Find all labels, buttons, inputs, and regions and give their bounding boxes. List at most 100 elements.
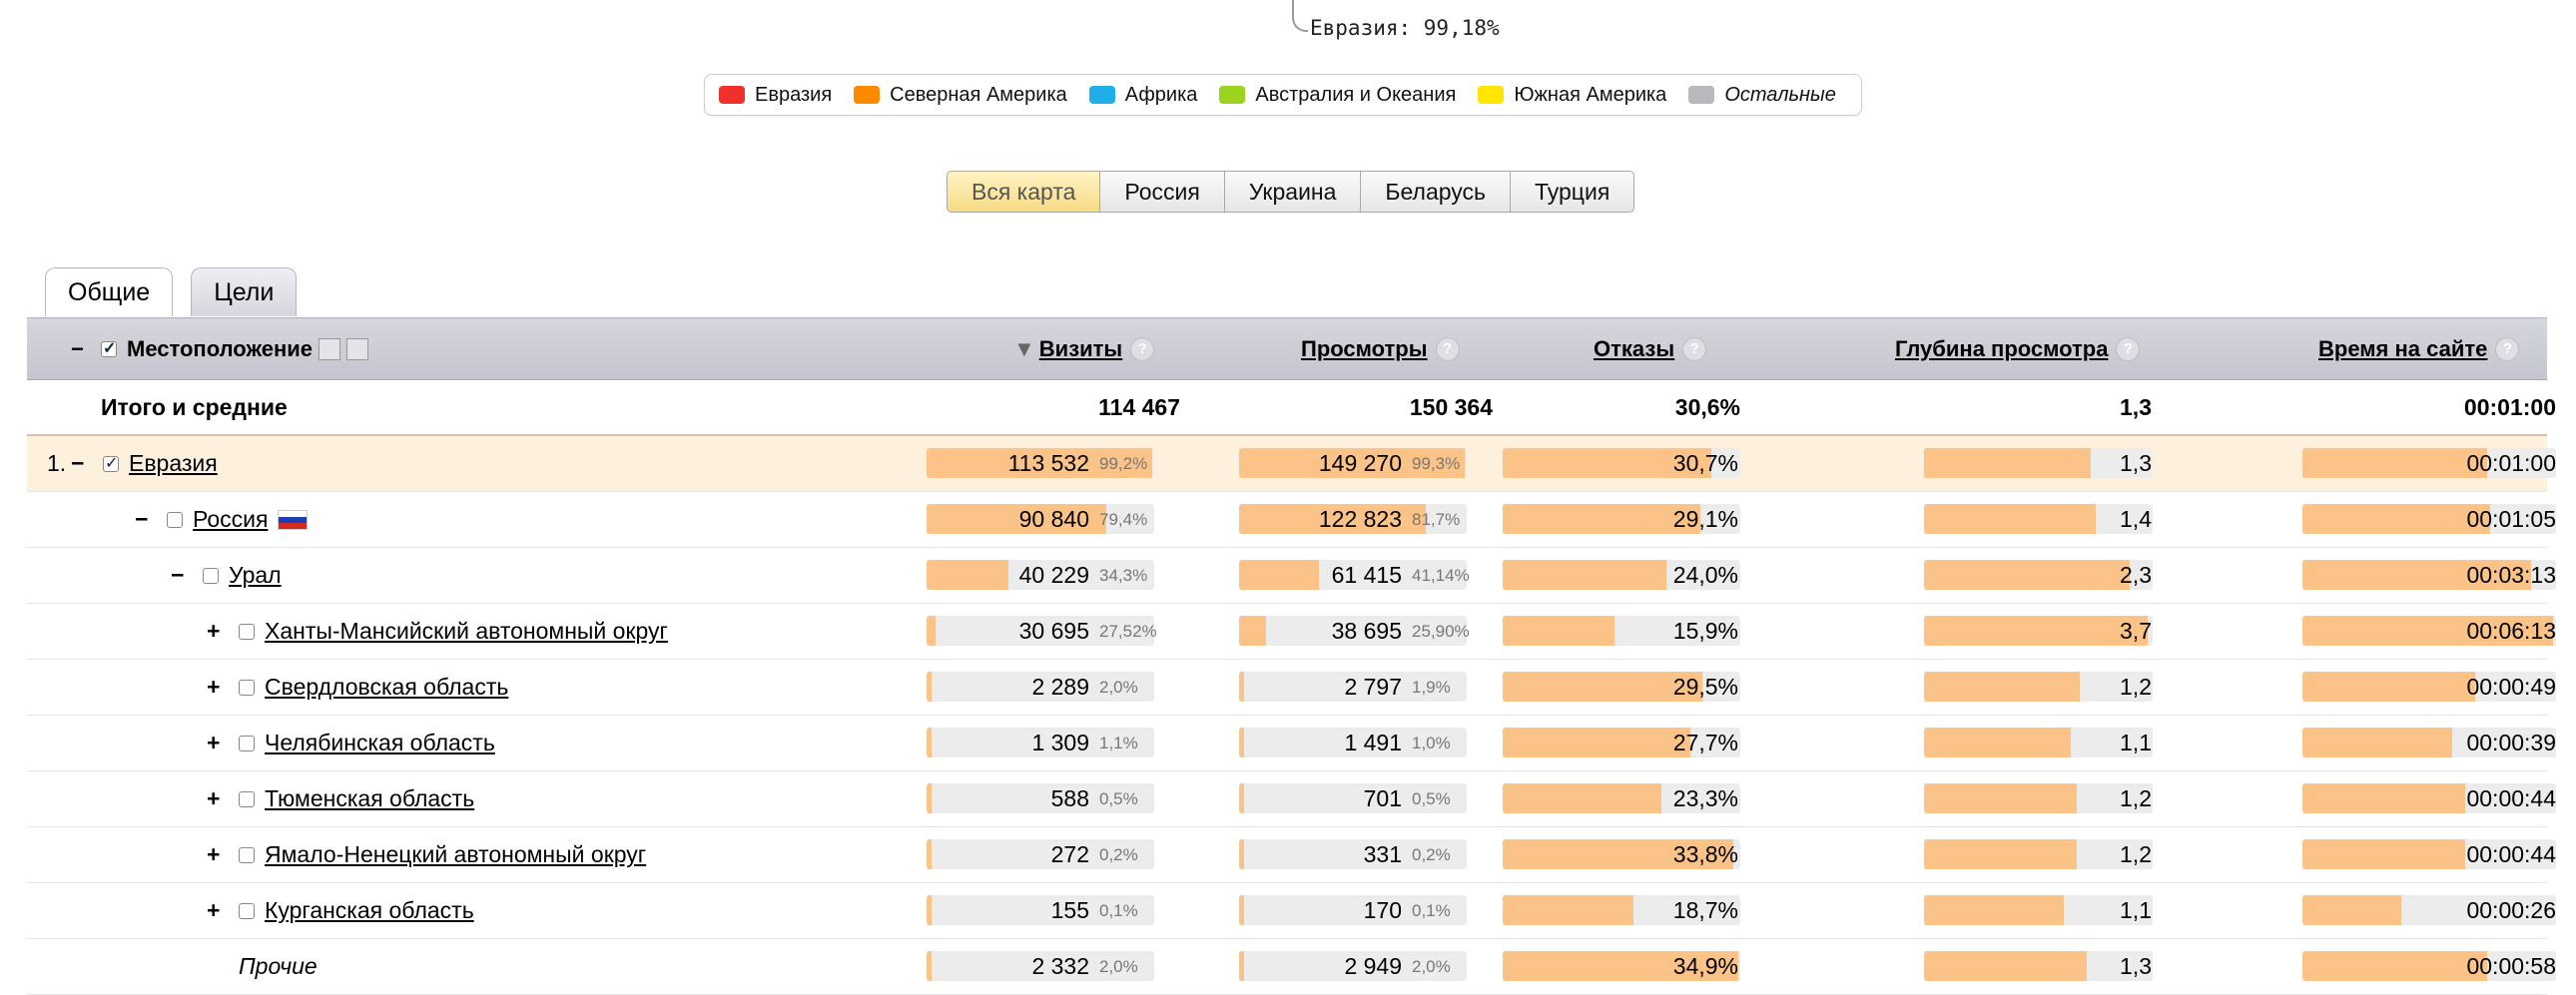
time-value: 00:06:13 (2466, 618, 2556, 644)
column-bounces[interactable]: Отказы (1594, 336, 1674, 362)
views-help-icon[interactable]: ? (1435, 336, 1460, 361)
expand-toggle[interactable]: + (207, 604, 220, 659)
views-number: 701 (1363, 785, 1402, 811)
map-tab[interactable]: Турция (1511, 171, 1635, 213)
views-value: 61 415 41,14% (1239, 548, 1470, 603)
visits-number: 30 695 (1018, 618, 1089, 644)
row-checkbox[interactable] (239, 902, 255, 919)
column-views[interactable]: Просмотры (1301, 336, 1428, 362)
column-location[interactable]: Местоположение (127, 336, 313, 362)
location-link[interactable]: Ямало-Ненецкий автономный округ (265, 841, 646, 868)
tab-goals[interactable]: Цели (191, 267, 298, 316)
table-row: Прочие 2 332 2,0% 2 949 2,0% 34,9% 1,3 00:00:58 (27, 939, 2556, 995)
legend-swatch (719, 86, 745, 104)
views-value: 2 949 2,0% (1239, 939, 1467, 994)
row-checkbox[interactable] (239, 846, 255, 863)
location-link[interactable]: Россия (193, 506, 268, 533)
legend-item[interactable]: Южная Америка (1478, 84, 1666, 107)
expand-toggle[interactable]: + (207, 660, 220, 715)
expand-toggle[interactable]: + (207, 827, 220, 882)
legend-label: Африка (1124, 83, 1198, 106)
expand-toggle[interactable]: − (171, 548, 184, 603)
views-number: 61 415 (1331, 562, 1402, 588)
totals-visits: 114 467 (1098, 394, 1180, 420)
legend-swatch (1478, 86, 1505, 104)
depth-help-icon[interactable]: ? (2116, 336, 2141, 361)
row-checkbox[interactable] (239, 735, 255, 751)
location-link: Прочие (239, 953, 318, 979)
expand-toggle[interactable]: − (135, 492, 148, 547)
depth-value: 1,2 (2120, 841, 2152, 867)
bounces-value: 27,7% (1672, 730, 1738, 755)
views-number: 170 (1363, 897, 1402, 923)
bounces-help-icon[interactable]: ? (1682, 336, 1707, 361)
row-checkbox[interactable] (239, 790, 255, 807)
time-value: 00:00:26 (2466, 897, 2556, 923)
views-percent: 81,7% (1412, 509, 1461, 529)
expand-toggle[interactable]: − (71, 436, 84, 491)
column-depth[interactable]: Глубина просмотра (1895, 336, 2108, 362)
visits-percent: 0,5% (1099, 788, 1138, 808)
map-tab[interactable]: Украина (1224, 171, 1362, 213)
row-checkbox[interactable] (167, 511, 183, 528)
legend-item[interactable]: Остальные (1688, 84, 1836, 107)
sort-desc-icon: ▼ (1013, 335, 1035, 361)
views-number: 122 823 (1318, 506, 1402, 532)
location-link[interactable]: Евразия (129, 450, 218, 477)
table-row: + Ямало-Ненецкий автономный округ 272 0,2% 3… (27, 827, 2556, 883)
column-visits[interactable]: Визиты (1039, 336, 1122, 362)
row-location: Россия (167, 492, 309, 547)
table-row: − Россия 90 840 79,4% 122 823 81,7% 29,1% 1,4 00… (27, 492, 2556, 548)
list-view-icon[interactable] (346, 337, 369, 360)
legend-item[interactable]: Северная Америка (854, 84, 1067, 107)
map-tab[interactable]: Беларусь (1361, 171, 1512, 213)
location-link[interactable]: Свердловская область (265, 674, 508, 701)
views-number: 331 (1363, 841, 1402, 867)
report-table: − Местоположение ▼ Визиты ? Просмотры ? … (27, 317, 2556, 995)
visits-percent: 34,3% (1099, 565, 1148, 585)
location-link[interactable]: Курганская область (265, 897, 474, 924)
visits-number: 1 309 (1031, 730, 1089, 755)
column-time[interactable]: Время на сайте (2318, 336, 2487, 362)
visits-help-icon[interactable]: ? (1130, 336, 1155, 361)
legend-swatch (1688, 86, 1715, 104)
row-checkbox[interactable] (203, 567, 219, 584)
visits-value: 2 289 2,0% (927, 660, 1154, 715)
row-checkbox[interactable] (103, 453, 119, 473)
location-link[interactable]: Тюменская область (265, 785, 474, 812)
map-tab[interactable]: Вся карта (947, 171, 1101, 213)
annotation-leader-line (1292, 0, 1308, 32)
views-percent: 0,1% (1412, 900, 1451, 920)
legend-item[interactable]: Африка (1088, 83, 1198, 107)
bounces-value: 30,7% (1672, 450, 1738, 476)
location-link[interactable]: Урал (229, 562, 282, 589)
views-value: 1 491 1,0% (1239, 716, 1467, 770)
legend-swatch (854, 86, 881, 104)
expand-toggle[interactable]: + (207, 883, 220, 938)
collapse-all-toggle[interactable]: − (71, 336, 91, 362)
expand-toggle[interactable]: + (207, 716, 220, 770)
row-checkbox[interactable] (239, 679, 255, 696)
row-location: Ямало-Ненецкий автономный округ (239, 827, 646, 882)
legend-item[interactable]: Австралия и Океания (1219, 84, 1456, 107)
table-row: + Челябинская область 1 309 1,1% 1 491 1,0% 27… (27, 716, 2556, 771)
legend-item[interactable]: Евразия (719, 84, 832, 107)
views-value: 38 695 25,90% (1239, 604, 1470, 659)
expand-toggle[interactable]: + (207, 771, 220, 826)
visits-value: 113 532 99,2% (927, 436, 1154, 491)
bounces-value: 34,9% (1672, 953, 1738, 979)
depth-value: 1,3 (2120, 450, 2152, 476)
time-help-icon[interactable]: ? (2495, 336, 2520, 361)
legend-swatch (1219, 86, 1246, 104)
views-value: 2 797 1,9% (1239, 660, 1467, 715)
map-tab[interactable]: Россия (1100, 171, 1225, 213)
row-location: Челябинская область (239, 716, 495, 770)
views-percent: 0,5% (1412, 788, 1451, 808)
grouping-icon[interactable] (319, 337, 341, 360)
location-link[interactable]: Ханты-Мансийский автономный округ (265, 618, 668, 645)
time-value: 00:03:13 (2466, 562, 2556, 588)
row-checkbox[interactable] (239, 623, 255, 640)
location-link[interactable]: Челябинская область (265, 730, 495, 756)
select-all-checkbox[interactable] (101, 338, 117, 358)
tab-general[interactable]: Общие (45, 267, 174, 316)
